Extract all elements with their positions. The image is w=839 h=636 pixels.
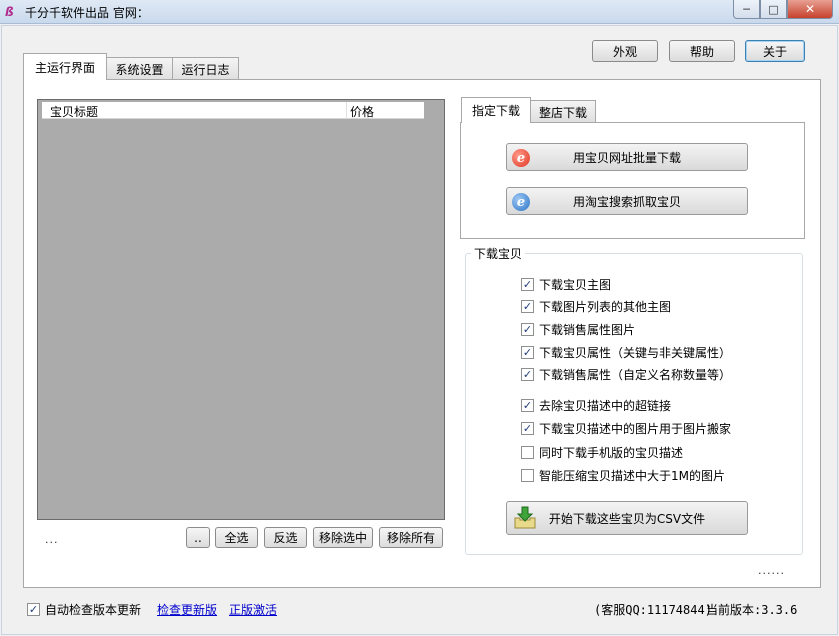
checkbox[interactable]: ✓ (521, 322, 534, 336)
checkbox[interactable]: ✓ (521, 398, 534, 412)
start-download-label: 开始下载这些宝贝为CSV文件 (548, 511, 706, 526)
option-label: 下载图片列表的其他主图 (539, 299, 672, 314)
download-icon (514, 506, 536, 529)
window-controls: ─ □ ✕ (733, 0, 833, 19)
column-header-price[interactable]: 价格 (350, 103, 374, 120)
tab-specified-download[interactable]: 指定下载 (461, 97, 531, 123)
activate-link[interactable]: 正版激活 (229, 601, 277, 618)
checkbox[interactable]: ✓ (521, 367, 534, 381)
checkbox[interactable]: ✓ (521, 277, 534, 291)
invert-selection-button[interactable]: 反选 (264, 527, 307, 548)
panel-dots: ...... (758, 564, 785, 577)
column-header-title[interactable]: 宝贝标题 (50, 103, 98, 120)
app-logo-icon: ß (5, 5, 14, 19)
download-by-url-button[interactable]: e 用宝贝网址批量下载 (506, 143, 748, 171)
checkbox[interactable]: ✓ (27, 603, 40, 616)
auto-check-update-label: 自动检查版本更新 (45, 603, 142, 617)
minimize-button[interactable]: ─ (733, 0, 760, 19)
list-status: ... (45, 533, 59, 546)
tab-main[interactable]: 主运行界面 (23, 53, 107, 80)
remove-all-button[interactable]: 移除所有 (379, 527, 443, 548)
remove-selected-button[interactable]: 移除选中 (313, 527, 373, 548)
tab-shop-download[interactable]: 整店下载 (530, 100, 596, 123)
start-download-button[interactable]: 开始下载这些宝贝为CSV文件 (506, 501, 748, 535)
auto-check-update-option[interactable]: ✓ 自动检查版本更新 (27, 601, 141, 618)
help-button[interactable]: 帮助 (669, 40, 735, 62)
close-icon: ✕ (804, 2, 816, 16)
checkbox[interactable]: ✓ (521, 421, 534, 435)
checkbox[interactable]: ✓ (521, 345, 534, 359)
skin-button[interactable]: 外观 (592, 40, 658, 62)
checkbox[interactable] (521, 468, 534, 482)
check-update-link[interactable]: 检查更新版 (157, 601, 217, 618)
option-label: 智能压缩宝贝描述中大于1M的图片 (539, 468, 725, 483)
title-bar[interactable]: ß 千分千软件出品 官网： ─ □ ✕ (0, 0, 839, 24)
download-source-panel (460, 122, 805, 239)
download-by-url-label: 用宝贝网址批量下载 (572, 150, 681, 165)
item-list-header: 宝贝标题 价格 (42, 102, 424, 119)
option-label: 下载宝贝主图 (539, 277, 612, 292)
option-label: 下载宝贝属性（关键与非关键属性） (539, 345, 732, 360)
download-by-search-button[interactable]: e 用淘宝搜索抓取宝贝 (506, 187, 748, 215)
column-separator[interactable] (346, 102, 347, 119)
close-button[interactable]: ✕ (787, 0, 833, 19)
checkbox[interactable] (521, 445, 534, 459)
item-list[interactable]: 宝贝标题 价格 (37, 99, 445, 520)
browser-icon: e (512, 149, 530, 167)
tab-settings[interactable]: 系统设置 (106, 57, 173, 81)
option-mobile-description[interactable]: 同时下载手机版的宝贝描述 (521, 444, 683, 460)
option-compress-images[interactable]: 智能压缩宝贝描述中大于1M的图片 (521, 467, 725, 483)
maximize-icon: □ (768, 2, 779, 16)
option-label: 同时下载手机版的宝贝描述 (539, 445, 684, 460)
option-description-images[interactable]: ✓ 下载宝贝描述中的图片用于图片搬家 (521, 420, 731, 436)
option-sales-attribute-images[interactable]: ✓ 下载销售属性图片 (521, 321, 635, 337)
tab-log[interactable]: 运行日志 (172, 57, 239, 81)
option-other-main-images[interactable]: ✓ 下载图片列表的其他主图 (521, 298, 671, 314)
checkbox[interactable]: ✓ (521, 299, 534, 313)
download-group-title: 下载宝贝 (471, 245, 526, 262)
minimize-icon: ─ (743, 2, 750, 16)
browser-icon: e (512, 193, 530, 211)
support-qq: (客服QQ:11174844) (594, 603, 712, 617)
select-all-button[interactable]: 全选 (215, 527, 258, 548)
current-version: 当前版本:3.3.6 (706, 603, 798, 617)
maximize-button[interactable]: □ (760, 0, 787, 19)
window-title: 千分千软件出品 官网： (25, 6, 149, 20)
option-main-image[interactable]: ✓ 下载宝贝主图 (521, 276, 611, 292)
option-label: 去除宝贝描述中的超链接 (539, 398, 672, 413)
about-button[interactable]: 关于 (745, 40, 805, 62)
option-label: 下载宝贝描述中的图片用于图片搬家 (539, 421, 732, 436)
option-sales-attributes[interactable]: ✓ 下载销售属性（自定义名称数量等） (521, 366, 731, 382)
option-remove-links[interactable]: ✓ 去除宝贝描述中的超链接 (521, 397, 671, 413)
more-button[interactable]: .. (186, 527, 210, 548)
option-label: 下载销售属性（自定义名称数量等） (539, 367, 732, 382)
option-item-attributes[interactable]: ✓ 下载宝贝属性（关键与非关键属性） (521, 344, 731, 360)
option-label: 下载销售属性图片 (539, 322, 636, 337)
download-by-search-label: 用淘宝搜索抓取宝贝 (572, 194, 681, 209)
